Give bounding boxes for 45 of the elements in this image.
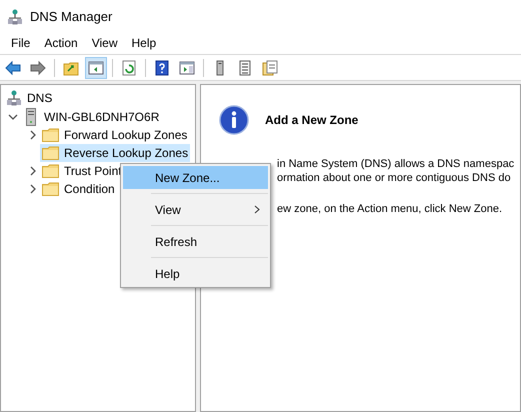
tree-item[interactable]: WIN-GBL6DNH7O6R [44,108,160,126]
export-list-icon [262,60,278,76]
action-pane-icon [179,60,195,76]
description-text: in Name System (DNS) allows a DNS namespac [277,157,516,171]
detail-title: Add a New Zone [265,112,358,129]
tree-label: Reverse Lookup Zones [64,145,188,162]
folder-up-icon [63,60,79,76]
context-menu-item[interactable]: View [123,198,268,221]
folder-icon [42,128,59,142]
menu-item[interactable]: Action [37,34,85,52]
menu-item[interactable]: File [4,34,38,52]
context-menu-item[interactable]: New Zone... [123,166,268,189]
description-text: ew zone, on the Action menu, click New Zone. [277,202,504,216]
console-tree-icon-button[interactable] [85,56,107,78]
info-icon [219,105,249,135]
tree-item[interactable]: Forward Lookup Zones [40,126,190,144]
context-menu-item[interactable]: Refresh [123,230,268,253]
tree-label: Forward Lookup Zones [64,127,188,144]
chevron-right-icon[interactable] [28,184,38,194]
forward-arrow-icon [30,60,46,76]
tree-item[interactable]: Trust Point [40,162,124,180]
app-icon [8,8,22,24]
tree-item[interactable]: DNS [27,89,52,107]
chevron-down-icon[interactable] [8,112,18,122]
server-icon [26,108,36,126]
console-tree-icon [88,60,104,76]
menu-item[interactable]: View [84,34,124,52]
list-icon [237,60,253,76]
menu-item[interactable]: Help [124,34,164,52]
network-icon [7,90,21,106]
tree-item[interactable]: Reverse Lookup Zones [40,144,190,162]
help-icon [154,60,170,76]
folder-icon [42,146,59,160]
folder-icon [42,182,59,196]
back-arrow-icon [5,60,21,76]
window-title: DNS Manager [30,8,112,26]
folder-icon [42,164,59,178]
tree-item[interactable]: Condition [40,180,117,198]
chevron-right-icon[interactable] [28,166,38,176]
tree-label: Trust Point [64,163,122,180]
description-text: ormation about one or more contiguous DNS do [277,171,512,185]
tree-label: Condition [64,181,115,198]
context-menu-item[interactable]: Help [123,262,268,285]
chevron-right-icon[interactable] [28,130,38,140]
refresh-icon [121,60,137,76]
